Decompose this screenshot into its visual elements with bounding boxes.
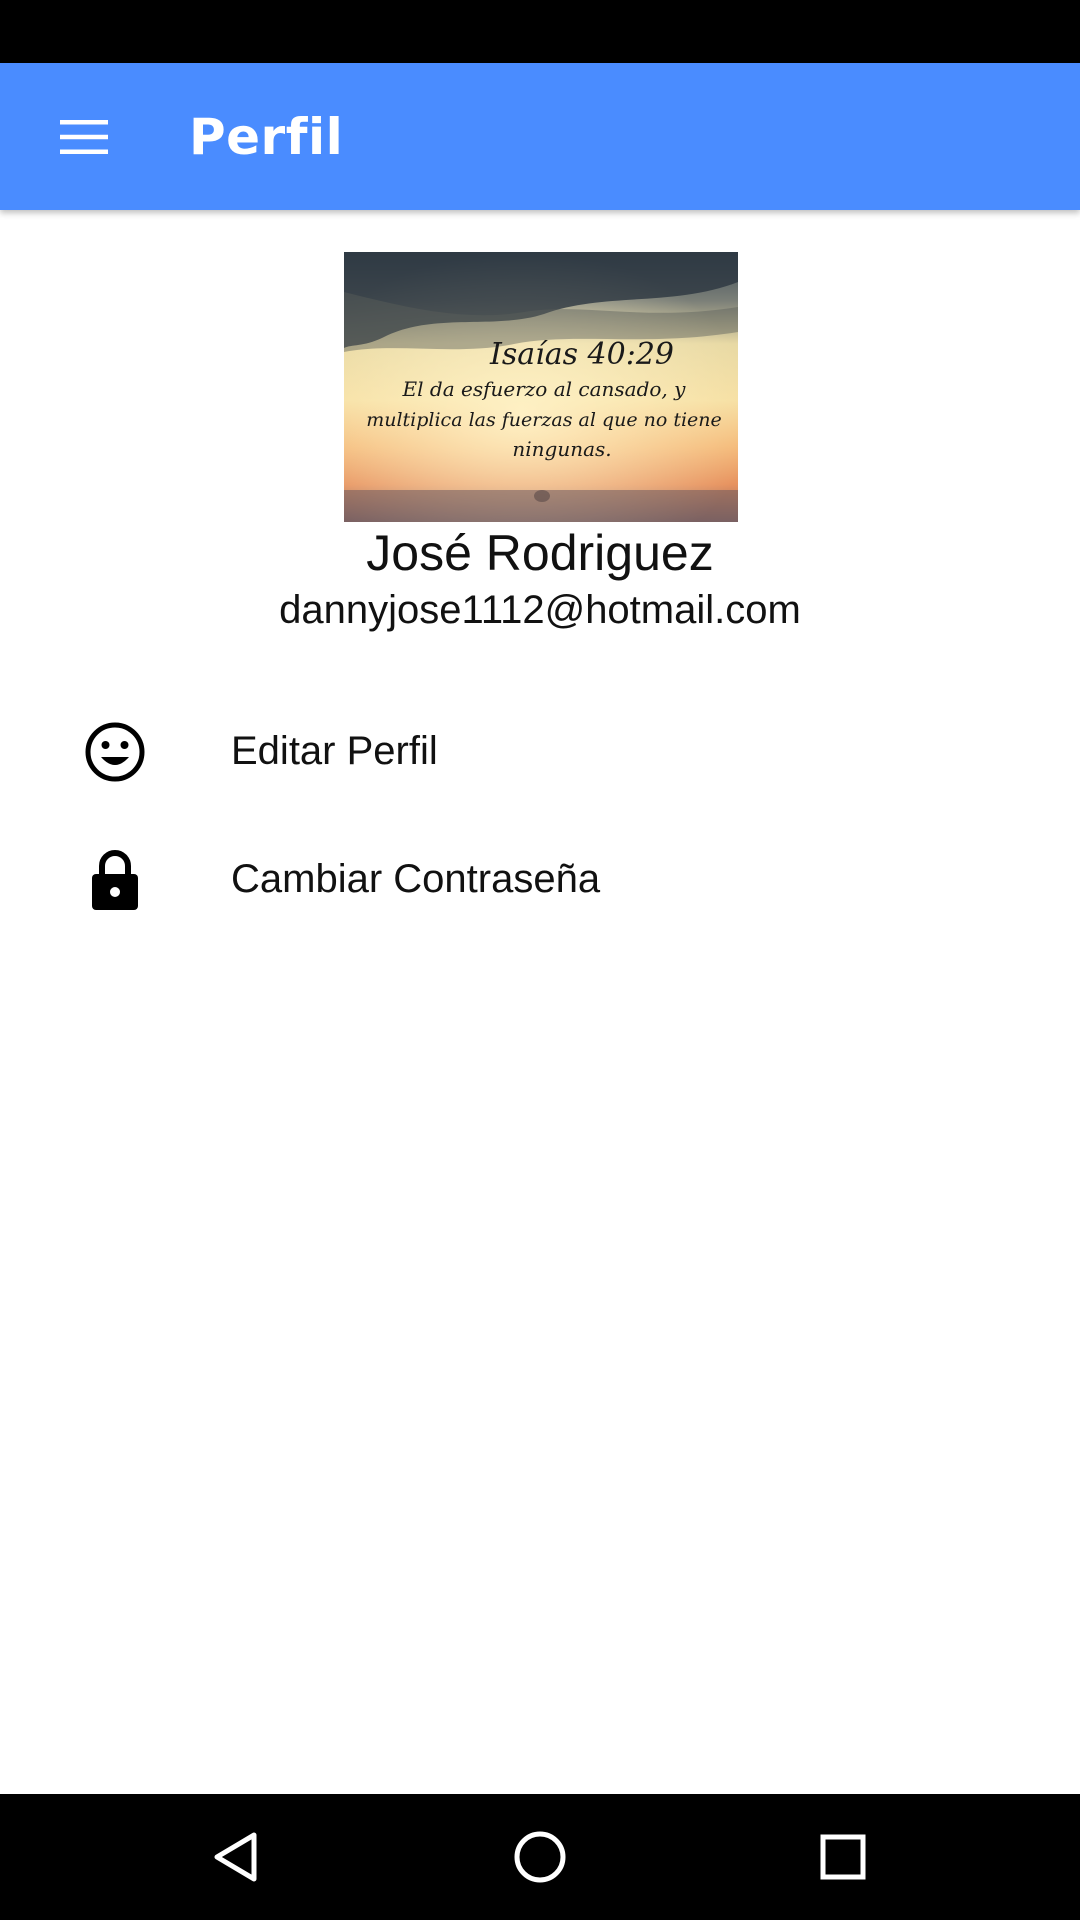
profile-picture: Isaías 40:29 El da esfuerzo al cansado, …	[344, 252, 738, 522]
lock-icon	[84, 849, 146, 911]
verse-line-1: El da esfuerzo al cansado, y	[402, 377, 687, 401]
status-bar	[0, 0, 1080, 63]
app-bar: Perfil	[0, 63, 1080, 210]
back-button[interactable]	[196, 1817, 276, 1897]
change-password-label: Cambiar Contraseña	[231, 857, 601, 901]
profile-screen: Perfil Isaías 40:29 El da esfuerzo al ca…	[0, 0, 1080, 1920]
smiley-face-icon	[84, 721, 146, 783]
navigation-drawer-button[interactable]	[40, 96, 128, 178]
home-button[interactable]	[500, 1817, 580, 1897]
back-triangle-icon	[214, 1832, 257, 1882]
edit-profile-label: Editar Perfil	[231, 729, 438, 773]
change-password-item[interactable]: Cambiar Contraseña	[0, 815, 1080, 943]
hamburger-menu-icon	[60, 120, 108, 154]
verse-line-3: ningunas.	[512, 437, 611, 461]
recents-button[interactable]	[803, 1817, 883, 1897]
verse-reference-text: Isaías 40:29	[489, 337, 674, 372]
system-navigation-bar	[0, 1794, 1080, 1920]
profile-email: dannyjose1112@hotmail.com	[279, 588, 801, 632]
recents-square-icon	[820, 1834, 866, 1880]
profile-options-list: Editar Perfil Cambiar Contraseña	[0, 687, 1080, 943]
home-circle-icon	[514, 1831, 566, 1883]
page-title: Perfil	[189, 108, 344, 166]
edit-profile-item[interactable]: Editar Perfil	[0, 687, 1080, 815]
verse-line-2: multiplica las fuerzas al que no tiene	[366, 409, 722, 431]
profile-name: José Rodriguez	[366, 525, 714, 581]
